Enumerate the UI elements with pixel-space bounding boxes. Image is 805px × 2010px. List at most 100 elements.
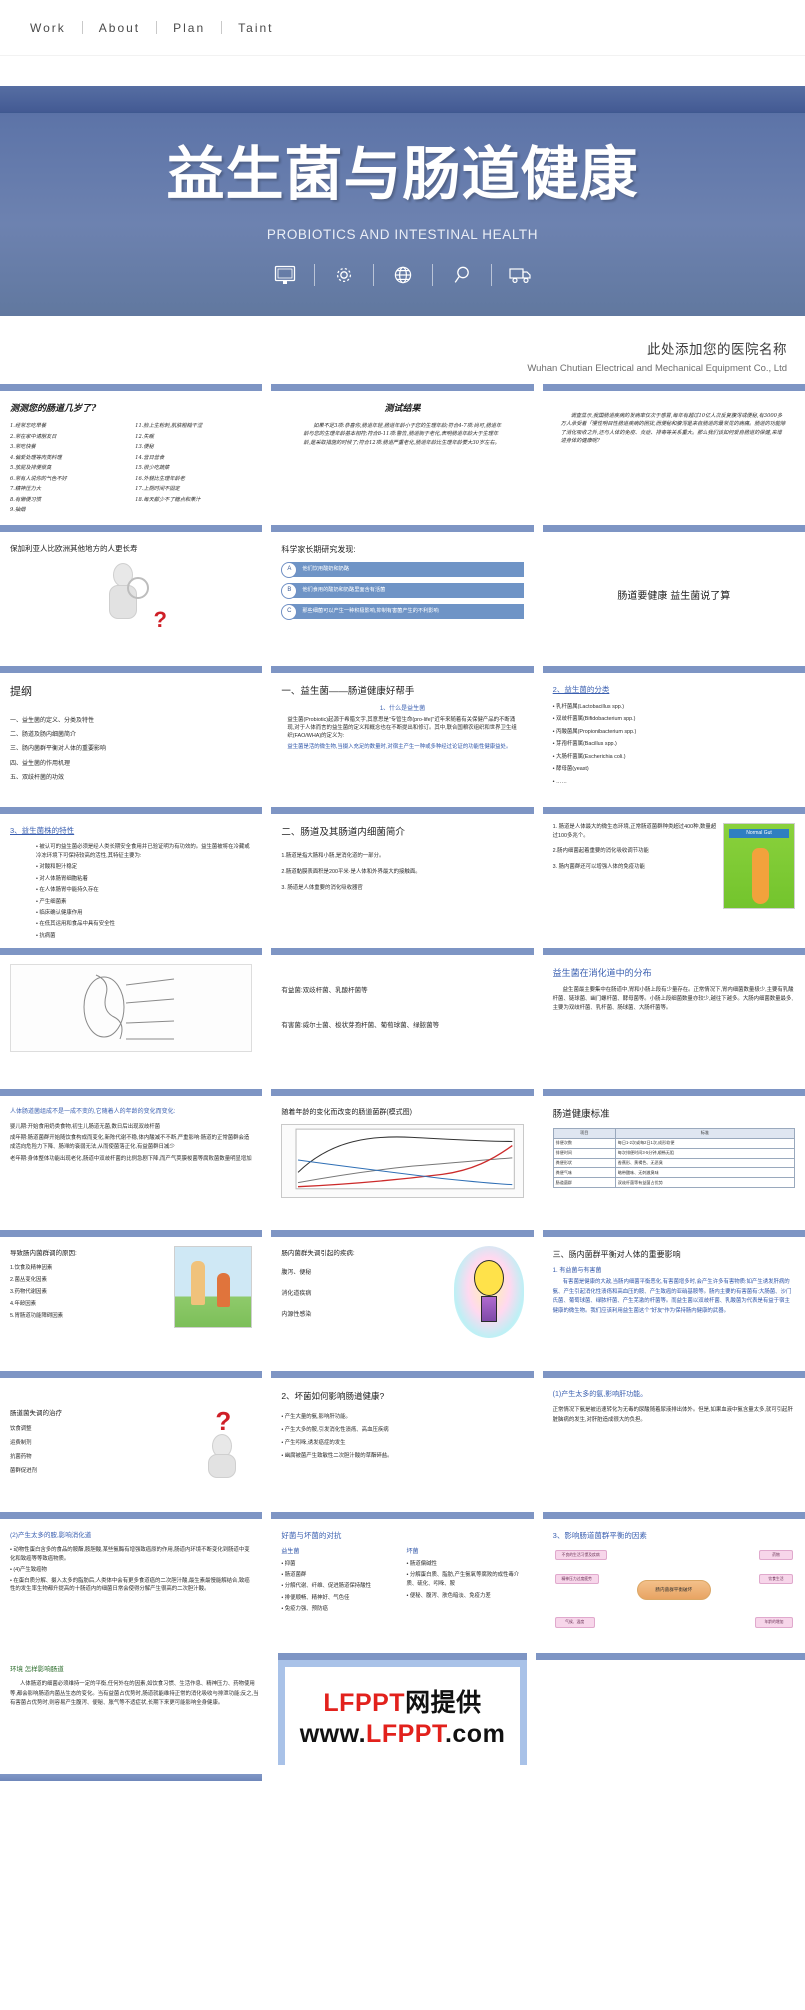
search-icon[interactable] <box>433 260 491 290</box>
slide-flora-balance-impact[interactable]: 三、肠内菌群平衡对人体的重要影响 1. 有益菌与有害菌 有害菌是健康的大敌,当肠… <box>542 1230 805 1362</box>
slide-age-related-flora[interactable]: 人体肠道菌组成不是一成不变的,它随着人的年龄的变化而变化: 婴儿期:开始食用奶类… <box>0 1089 263 1221</box>
good-bacteria-label: 益生菌 <box>281 1548 300 1555</box>
globe-icon[interactable] <box>374 260 432 290</box>
list-item: 免疫力强、预防癌 <box>281 1605 398 1614</box>
list-item: 乳杆菌属(Lactobacillus spp.) <box>553 702 795 712</box>
slide-what-is-probiotic[interactable]: 一、益生菌——肠道健康好帮手 1、什么是益生菌 益生菌(Probiotic)起源… <box>271 666 534 798</box>
slide-row-1: 测测您的肠道几岁了? 1.经常忘吃早餐 2.常在家中请朋友日 3.常吃快餐 4.… <box>0 384 805 516</box>
slide-bad-bacteria-effects[interactable]: 2、坏菌如何影响肠道健康? 产生大量的氨,影响肝功能。 产生大多的胺,引发消化性… <box>271 1371 534 1503</box>
slide-title: 益生菌在消化道中的分布 <box>552 968 652 978</box>
slide-probiotic-classification[interactable]: 2、益生菌的分类 乳杆菌属(Lactobacillus spp.) 双歧杆菌属(… <box>542 666 805 798</box>
list-item: 1.经常忘吃早餐 <box>10 423 47 430</box>
intestine-anatomy-diagram <box>10 964 253 1052</box>
slide-gut-age-quiz[interactable]: 测测您的肠道几岁了? 1.经常忘吃早餐 2.常在家中请朋友日 3.常吃快餐 4.… <box>0 384 263 516</box>
slide-gut-health-standard[interactable]: 肠道健康标准 项目 标准 排便次数 每日1-2次或每2日1次,成形软便 排便时间每… <box>542 1089 805 1221</box>
list-item: 2.菌丛变化因素 <box>10 1277 47 1284</box>
slide-environment-effect[interactable]: 环境 怎样影响肠道 人体肠道的细菌必须维持一定的平衡,任何外在的因素,如饮食习惯… <box>0 1653 269 1765</box>
slide-bulgaria-longevity[interactable]: 保加利亚人比欧洲其他地方的人更长寿 ? <box>0 525 263 657</box>
slide-probiotics-decide[interactable]: 肠道要健康 益生菌说了算 <box>542 525 805 657</box>
slide-good-vs-bad[interactable]: 好菌与坏菌的对抗 益生菌 抑菌 肠道菌群 分解代谢、纤维、促进肠道保持酸性 排便… <box>271 1512 534 1644</box>
cell: 每日1-2次或每2日1次,成形软便 <box>614 1137 795 1149</box>
question-mark-icon: ? <box>153 606 167 632</box>
truck-icon[interactable] <box>492 260 550 290</box>
slide-amines-digestive[interactable]: (2)产生太多的胺,影响消化道 动物性蛋白含多的食品的胺酯,胺胆酸,某些氨酶有增… <box>0 1512 263 1644</box>
slide-outline[interactable]: 提纲 一、益生菌的定义、分类及特性 二、肠道及肠内细菌简介 三、肠内菌群平衡对人… <box>0 666 263 798</box>
slide-title: 科学家长期研究发现: <box>281 545 356 554</box>
slide-dysbiosis-causes[interactable]: 导致肠内菌群调的原因: 1.饮食及精神因素 2.菌丛变化因素 3.药物代谢因素 … <box>0 1230 263 1362</box>
badge-c: C <box>281 603 298 620</box>
cell: 每次排便时间3-5分钟,顺畅无阻 <box>614 1147 795 1159</box>
list-item: 9.抽烟 <box>10 507 26 514</box>
nav-item-work[interactable]: Work <box>14 21 82 35</box>
slide-row-7: 导致肠内菌群调的原因: 1.饮食及精神因素 2.菌丛变化因素 3.药物代谢因素 … <box>0 1230 805 1362</box>
slide-scientist-findings[interactable]: 科学家长期研究发现: A 他们饮用酸奶和奶酪 B 他们食用的酸奶和奶酪里面含有活… <box>271 525 534 657</box>
flora-change-line-chart <box>281 1124 524 1199</box>
slide-quiz-result[interactable]: 测试结果 如果不足3项:恭喜你,肠道年轻,肠道年龄小于您的生理年龄;符合4-7项… <box>271 384 534 516</box>
nav-item-about[interactable]: About <box>83 21 156 35</box>
list-item: 对酸和胆汁稳定 <box>36 863 252 872</box>
slide-title: 人体肠道菌组成不是一成不变的,它随着人的年龄的变化而变化: <box>10 1109 176 1115</box>
monitor-icon[interactable] <box>256 260 314 290</box>
cell: 排便时间 <box>552 1147 616 1159</box>
list-item: 四、益生菌的作用机理 <box>10 760 71 767</box>
quiz-list-column-a: 1.经常忘吃早餐 2.常在家中请朋友日 3.常吃快餐 4.偏爱处理等肉类料理 5… <box>10 422 127 516</box>
badge-b: B <box>281 582 298 599</box>
good-bacteria-text: 有益菌:双歧杆菌、乳酸杆菌等 <box>281 987 368 994</box>
gear-icon[interactable] <box>315 260 373 290</box>
quiz-list-column-b: 11.脸上生粉刺,肌肤粗糙干涩 12.失眠 13.便秘 14.营日营食 15.很… <box>135 422 252 504</box>
slide-balance-factors[interactable]: 3、影响肠道菌群平衡的因素 肠内菌群平衡破坏 不良的生活习惯及疾病 药物 精神压… <box>542 1512 805 1644</box>
watermark-url-brand: LFPPT <box>366 1720 445 1748</box>
list-item: (4)产生致癌物 <box>10 1566 252 1575</box>
slide-row-9: (2)产生太多的胺,影响消化道 动物性蛋白含多的食品的胺酯,胺胆酸,某些氨酶有增… <box>0 1512 805 1644</box>
finding-text: 他们饮用酸奶和奶酪 <box>290 561 524 578</box>
slide-dysbiosis-diseases[interactable]: 肠内菌群失调引起的疾病: 腹泻、便秘 消化道疾病 内源性感染 <box>271 1230 534 1362</box>
slide-probiotic-distribution[interactable]: 益生菌在消化道中的分布 益生菌最主要集中在肠道中,胃和小肠上段有少量存在。正常情… <box>542 948 805 1080</box>
list-item: 幽腐被菌产生致敏性二次胆汁酸的草酯碎盐。 <box>281 1451 523 1462</box>
hero-top-band <box>0 86 805 113</box>
list-item: 在蛋白质分解、摄入太多的脂肪后,人类体中会有更多食道癌的二次胆汁酸,最生素最慢能… <box>10 1577 252 1594</box>
page-title: 益生菌与肠道健康 <box>166 140 639 208</box>
watermark-line-2: www.LFPPT.com <box>300 1719 506 1750</box>
slide-title: 提纲 <box>10 686 32 698</box>
list-item: 三、肠内菌群平衡对人体的重要影响 <box>10 746 107 753</box>
list-item: 13.便秘 <box>135 444 154 451</box>
hero-icon-row <box>0 260 805 290</box>
slide-intestinal-disease-stats[interactable]: 调查显示,我国肠道疾病的发病率仅次于感冒,每年有超过10亿人次反复腹泻或便秘,有… <box>542 384 805 516</box>
definition-paragraph: 益生菌(Probiotic)起源于希腊文字,其意思是"专管生命(pro-life… <box>287 717 517 740</box>
slide-gut-microecology[interactable]: 1. 肠道是人体最大的微生态环境,正常肠道菌群种类超过400种,数量超过100多… <box>542 807 805 939</box>
list-item: 8.有懒便习惯 <box>10 496 41 503</box>
slide-good-bad-bacteria-list[interactable]: 有益菌:双歧杆菌、乳酸杆菌等 有害菌:威尔士菌、梭状芽孢杆菌、葡萄球菌、绿脓菌等 <box>271 948 534 1080</box>
slide-strain-characteristics[interactable]: 3、益生菌株的特性 被认可的益生菌必须是经人类长期安全食用并已验证明为有功效的。… <box>0 807 263 939</box>
microeco-item-3: 3. 肠内菌群还可以增强人体的免疫功能 <box>552 863 645 870</box>
age-stage-2: 成年期:肠道菌群开始随饮食构成而变化,新陈代谢不稳,体内酸减不不断,严重影响:肠… <box>10 1135 250 1150</box>
list-item: 酵母菌(yeast) <box>553 764 795 774</box>
list-item: 大肠杆菌属(Escherichia coli.) <box>553 752 795 762</box>
nav-item-taint[interactable]: Taint <box>222 21 289 35</box>
slide-intestine-anatomy[interactable] <box>0 948 263 1080</box>
slide-title: 随着年龄的变化而改变的肠道菌群(模式图) <box>281 1109 412 1116</box>
list-item: 14.营日营食 <box>135 454 165 461</box>
slide-title: 环境 怎样影响肠道 <box>10 1666 64 1673</box>
slide-dysbiosis-treatment[interactable]: 肠道菌失调的治疗 饮食调整 运费制剂 抗菌药物 菌群促进剂 ? <box>0 1371 263 1503</box>
characteristics-list: 被认可的益生菌必须是经人类长期安全食用并已验证明为有功效的。益生菌被将在冷藏或冷… <box>10 843 252 939</box>
slide-flora-age-chart[interactable]: 随着年龄的变化而改变的肠道菌群(模式图) <box>271 1089 534 1221</box>
list-item: 在人体肠胃中能持久存在 <box>36 886 252 895</box>
table-row: 粪便气味 略带酸味、无刺激臭味 <box>552 1167 795 1179</box>
slide-row-6: 人体肠道菌组成不是一成不变的,它随着人的年龄的变化而变化: 婴儿期:开始食用奶类… <box>0 1089 805 1221</box>
slide-title: 三、肠内菌群平衡对人体的重要影响 <box>552 1250 681 1259</box>
organization-block: 此处添加您的医院名称 Wuhan Chutian Electrical and … <box>0 316 805 384</box>
list-item: 动物性蛋白含多的食品的胺酯,胺胆酸,某些氨酶有增强致癌原的作用,肠道内环境不断变… <box>10 1546 252 1563</box>
classification-list: 乳杆菌属(Lactobacillus spp.) 双歧杆菌属(Bifidobac… <box>553 702 795 787</box>
cell: 排便次数 <box>552 1137 616 1149</box>
distribution-body: 益生菌最主要集中在肠道中,胃和小肠上段有少量存在。正常情况下,胃内细菌数量极少,… <box>552 987 794 1012</box>
findings-list: A 他们饮用酸奶和奶酪 B 他们食用的酸奶和奶酪里面含有活菌 C 那些细菌可以产… <box>281 561 524 620</box>
watermark-line-1: LFPPT网提供 <box>323 1688 481 1719</box>
list-item: 被认可的益生菌必须是经人类长期安全食用并已验证明为有功效的。益生菌被将在冷藏或冷… <box>36 843 252 861</box>
slide-intestine-intro[interactable]: 二、肠道及其肠道内细菌简介 1.肠道是指大肠和小肠,是消化道的一部分。 2.肠道… <box>271 807 534 939</box>
list-item: 分解代谢、纤维、促进肠道保持酸性 <box>281 1582 398 1591</box>
list-item: 2.常在家中请朋友日 <box>10 433 57 440</box>
diagram-node-4: 饮食生活 <box>758 1573 793 1585</box>
slide-ammonia-liver[interactable]: (1)产生太多的氨,影响肝功能。 正常情况下氨是被迅速转化为无毒的尿酸随着尿液排… <box>542 1371 805 1503</box>
nav-item-plan[interactable]: Plan <box>157 21 221 35</box>
cell: 香蕉形、黄褐色、无恶臭 <box>614 1157 795 1169</box>
